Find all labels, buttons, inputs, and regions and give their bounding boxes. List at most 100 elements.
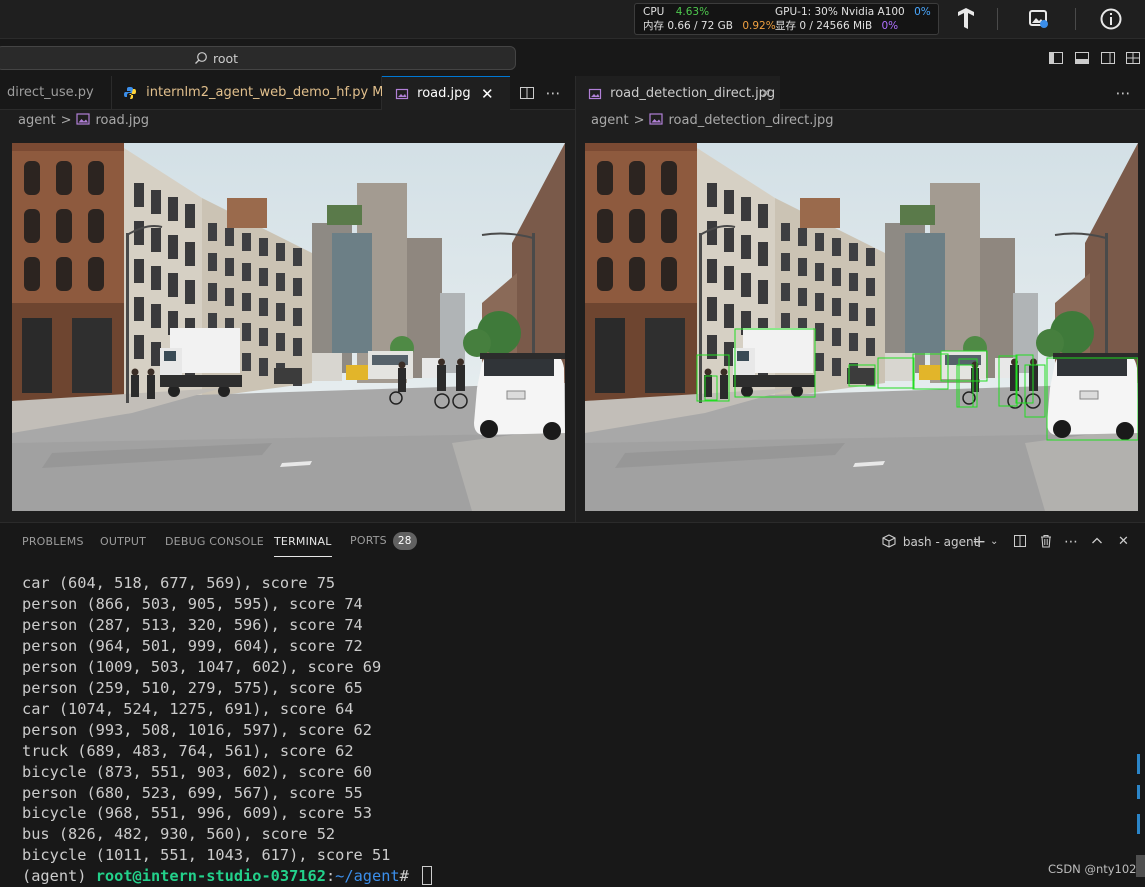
terminal-line: car (1074, 524, 1275, 691), score 64	[22, 699, 354, 718]
road-detection-image	[585, 143, 1138, 511]
toggle-primary-sidebar-icon[interactable]	[1048, 50, 1064, 66]
image-file-icon	[588, 88, 602, 99]
mem-stat: 内存 0.66 / 72 GB 0.92%	[643, 19, 776, 33]
chevron-right-icon: >	[60, 113, 72, 128]
tensorflow-icon[interactable]	[954, 7, 978, 31]
tab-label: internlm2_agent_web_demo_hf.py	[146, 85, 369, 100]
editor-group-divider[interactable]	[575, 76, 576, 522]
tab-label: road_detection_direct.jpg	[610, 86, 776, 101]
breadcrumb: agent > road_detection_direct.jpg	[591, 110, 834, 134]
mem-label: 内存 0.66 / 72 GB	[643, 20, 733, 32]
title-bar: root	[0, 38, 1145, 76]
toggle-secondary-sidebar-icon[interactable]	[1100, 50, 1116, 66]
command-center[interactable]: root	[0, 46, 516, 70]
terminal-line: person (993, 508, 1016, 597), score 62	[22, 720, 372, 739]
terminal-line: person (866, 503, 905, 595), score 74	[22, 594, 363, 613]
vram-label: 显存 0 / 24566 MiB	[775, 20, 873, 32]
tab-problems[interactable]: PROBLEMS	[22, 535, 84, 548]
tab-label: direct_use.py	[7, 85, 94, 100]
cpu-stat: CPU 4.63%	[643, 5, 709, 19]
tab-direct-use[interactable]: direct_use.py	[0, 76, 112, 110]
close-icon[interactable]: ✕	[481, 77, 494, 111]
prompt-env: (agent)	[22, 867, 96, 886]
gpu-label: GPU-1: 30% Nvidia A100	[775, 6, 905, 18]
toolbar-divider	[997, 8, 998, 30]
tab-ports-label: PORTS	[350, 534, 387, 547]
split-terminal-icon[interactable]	[1013, 533, 1027, 549]
terminal-prompt[interactable]: (agent) root@intern-studio-037162:~/agen…	[22, 866, 1122, 887]
breadcrumb-folder[interactable]: agent	[591, 113, 629, 128]
tab-ports[interactable]: PORTS 28	[350, 532, 417, 550]
terminal-name: bash - agent	[902, 535, 979, 549]
new-terminal-icon[interactable]: +	[972, 533, 986, 551]
tab-road-jpg[interactable]: road.jpg ✕	[382, 76, 510, 110]
trash-icon[interactable]	[1039, 533, 1053, 549]
terminal-line: car (604, 518, 677, 569), score 75	[22, 574, 336, 592]
prompt-separator: :	[325, 867, 336, 886]
left-tab-bar: direct_use.py internlm2_agent_web_demo_h…	[0, 76, 575, 110]
terminal-scrollbar[interactable]	[1136, 855, 1145, 877]
prompt-symbol: #	[399, 867, 419, 886]
prompt-user: root@intern-studio-037162	[95, 867, 326, 886]
python-file-icon	[124, 86, 136, 99]
tab-web-demo[interactable]: internlm2_agent_web_demo_hf.py M	[112, 76, 383, 110]
terminal-line: truck (689, 483, 764, 561), score 62	[22, 741, 354, 760]
split-editor-icon[interactable]	[519, 85, 535, 101]
toggle-panel-icon[interactable]	[1074, 50, 1090, 66]
chevron-down-icon[interactable]: ⌄	[990, 533, 998, 551]
breadcrumb-file[interactable]: road_detection_direct.jpg	[668, 113, 833, 128]
close-icon[interactable]: ✕	[1118, 533, 1129, 551]
terminal-cursor	[422, 866, 433, 886]
breadcrumb-folder[interactable]: agent	[18, 113, 56, 128]
chevron-right-icon: >	[633, 113, 645, 128]
cpu-value: 4.63%	[675, 6, 710, 18]
terminal-line: bus (826, 482, 930, 560), score 52	[22, 825, 336, 844]
maximize-panel-icon[interactable]	[1091, 533, 1103, 549]
bottom-panel: PROBLEMS OUTPUT DEBUG CONSOLE TERMINAL P…	[0, 522, 1145, 887]
vram-value: 0%	[881, 20, 899, 32]
image-file-icon	[649, 113, 664, 125]
command-center-label: root	[213, 51, 239, 66]
terminal-line: person (287, 513, 320, 596), score 74	[22, 615, 363, 634]
terminal-line: person (259, 510, 279, 575), score 65	[22, 678, 363, 697]
terminal-selector[interactable]: bash - agent	[882, 533, 978, 551]
gpu-value: 0%	[914, 6, 931, 18]
mem-value: 0.92%	[742, 20, 776, 32]
terminal-cube-icon	[882, 534, 896, 548]
close-icon[interactable]: ✕	[760, 77, 772, 111]
image-file-icon	[76, 113, 91, 125]
image-viewer-icon[interactable]	[1027, 7, 1051, 31]
terminal-line: bicycle (873, 551, 903, 602), score 60	[22, 762, 372, 781]
info-icon[interactable]	[1099, 7, 1123, 31]
terminal-output[interactable]: car (604, 518, 677, 569), score 75 person…	[22, 573, 1122, 887]
breadcrumb-file[interactable]: road.jpg	[95, 113, 148, 128]
system-bar: CPU 4.63% 内存 0.66 / 72 GB 0.92% GPU-1: 3…	[0, 0, 1145, 38]
ports-count-badge: 28	[392, 532, 417, 550]
terminal-line: bicycle (968, 551, 996, 609), score 53	[22, 804, 372, 823]
more-actions-icon[interactable]: ⋯	[1064, 533, 1078, 551]
scrollbar-marker	[1137, 754, 1140, 774]
vram-stat: 显存 0 / 24566 MiB 0%	[775, 19, 898, 33]
terminal-line: person (680, 523, 699, 567), score 55	[22, 783, 363, 802]
right-tab-bar: road_detection_direct.jpg ✕ ⋯	[576, 76, 1145, 110]
more-actions-icon[interactable]: ⋯	[1115, 85, 1131, 101]
terminal-line: person (1009, 503, 1047, 602), score 69	[22, 657, 382, 676]
terminal-line: bicycle (1011, 551, 1043, 617), score 51	[22, 846, 391, 865]
customize-layout-icon[interactable]	[1125, 50, 1141, 66]
tab-debug-console[interactable]: DEBUG CONSOLE	[165, 535, 264, 548]
gpu-stat: GPU-1: 30% Nvidia A100 0%	[775, 5, 931, 19]
terminal-line: person (964, 501, 999, 604), score 72	[22, 636, 363, 655]
search-icon	[195, 52, 207, 64]
toolbar-divider	[1075, 8, 1076, 30]
tab-terminal[interactable]: TERMINAL	[274, 535, 332, 557]
road-image	[12, 143, 565, 511]
more-actions-icon[interactable]: ⋯	[545, 85, 561, 101]
resource-monitor[interactable]: CPU 4.63% 内存 0.66 / 72 GB 0.92% GPU-1: 3…	[634, 3, 939, 35]
image-file-icon	[395, 88, 409, 99]
tab-output[interactable]: OUTPUT	[100, 535, 146, 548]
scrollbar-marker	[1137, 814, 1140, 834]
breadcrumb: agent > road.jpg	[18, 110, 149, 134]
scrollbar-marker	[1137, 785, 1140, 799]
tab-road-detection[interactable]: road_detection_direct.jpg ✕	[576, 76, 780, 110]
tab-label: road.jpg	[417, 86, 471, 101]
